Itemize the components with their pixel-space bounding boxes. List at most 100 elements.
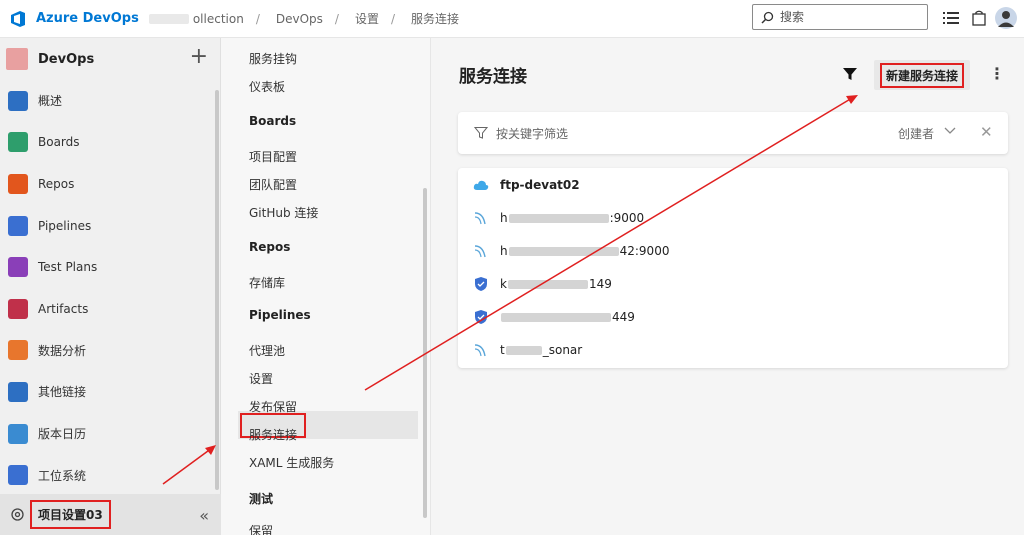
new-service-connection-label: 新建服务连接 bbox=[879, 62, 964, 88]
service-connection-name[interactable]: h:9000 bbox=[500, 211, 644, 225]
project-name: DevOps bbox=[38, 51, 95, 67]
breadcrumb-project[interactable]: DevOps bbox=[276, 12, 323, 26]
filter-icon[interactable] bbox=[842, 66, 858, 82]
blurred-text bbox=[501, 312, 611, 322]
service-connection-row[interactable]: h:9000 bbox=[458, 201, 1008, 234]
add-icon[interactable]: + bbox=[190, 46, 208, 68]
settings-navigation: 服务挂钩 仪表板 Boards 项目配置 团队配置 GitHub 连接 Repos 存储库 Pi… bbox=[221, 38, 431, 535]
page-title: 服务连接 bbox=[459, 67, 527, 87]
sidebar-item-link[interactable]: 其他链接 bbox=[0, 371, 220, 413]
breadcrumb-settings[interactable]: 设置 bbox=[355, 10, 379, 27]
sidebar-item-label: Artifacts bbox=[38, 301, 89, 316]
settings-nav-item[interactable]: 代理池 bbox=[249, 342, 285, 359]
search-input[interactable] bbox=[780, 10, 910, 24]
service-connection-name[interactable]: t _sonar bbox=[500, 343, 582, 357]
blurred-text bbox=[508, 246, 619, 256]
sidebar-item-label: Pipelines bbox=[38, 218, 92, 233]
service-connection-row[interactable]: 449 bbox=[458, 300, 1008, 333]
service-connection-name[interactable]: ftp-devat02 bbox=[500, 178, 580, 192]
more-options-icon[interactable]: ⋮ bbox=[989, 64, 1005, 83]
repos-icon bbox=[8, 173, 28, 194]
artifacts-icon bbox=[8, 298, 28, 319]
clear-filter-icon[interactable]: ✕ bbox=[980, 123, 993, 141]
project-settings[interactable]: 项目设置03 « bbox=[0, 494, 221, 535]
settings-nav-item[interactable]: XAML 生成服务 bbox=[249, 454, 334, 471]
project-avatar bbox=[6, 48, 28, 70]
calendar-icon bbox=[8, 423, 28, 444]
breadcrumb-separator: / bbox=[334, 11, 339, 26]
settings-nav-item[interactable]: 团队配置 bbox=[249, 176, 297, 193]
service-connection-list: ftp-devat02 h:9000 h 42:9000 k 149 449 t _sonar bbox=[458, 168, 1008, 368]
blurred-text bbox=[505, 345, 542, 355]
filter-funnel-icon bbox=[474, 127, 488, 139]
service-connection-row[interactable]: k 149 bbox=[458, 267, 1008, 300]
service-connection-name[interactable]: 449 bbox=[500, 310, 635, 324]
sidebar-item-repos[interactable]: Repos bbox=[0, 163, 220, 205]
sidebar-item-test-plans[interactable]: Test Plans bbox=[0, 246, 220, 288]
breadcrumb-current: 服务连接 bbox=[411, 12, 460, 26]
shield-icon bbox=[472, 275, 490, 293]
settings-nav-item[interactable]: 仪表板 bbox=[249, 78, 285, 95]
settings-section-header: 测试 bbox=[249, 492, 274, 506]
blurred-text bbox=[507, 279, 588, 289]
sidebar-item-pipelines[interactable]: Pipelines bbox=[0, 205, 220, 247]
project-settings-label[interactable]: 项目设置03 bbox=[30, 500, 111, 529]
analytics-icon bbox=[8, 340, 28, 361]
sidebar-item-overview[interactable]: 概述 bbox=[0, 80, 220, 122]
sidebar-item-artifacts[interactable]: Artifacts bbox=[0, 288, 220, 330]
sidebar-item-label: 数据分析 bbox=[38, 343, 87, 358]
service-connection-name[interactable]: h 42:9000 bbox=[500, 244, 669, 258]
sonar-icon bbox=[472, 341, 490, 359]
shield-icon bbox=[472, 308, 490, 326]
project-header[interactable]: DevOps + bbox=[0, 38, 220, 80]
shopping-bag-icon[interactable] bbox=[970, 9, 988, 27]
service-connection-row[interactable]: h 42:9000 bbox=[458, 234, 1008, 267]
service-connection-name[interactable]: k 149 bbox=[500, 277, 612, 291]
settings-nav-item[interactable]: 服务连接 bbox=[249, 426, 297, 443]
main-content: 服务连接 新建服务连接 ⋮ 按关键字筛选 创建者 ✕ ftp-devat02 h:… bbox=[431, 38, 1024, 535]
list-settings-icon[interactable] bbox=[942, 9, 960, 27]
settings-nav-item[interactable]: GitHub 连接 bbox=[249, 204, 318, 221]
sidebar-item-label: Boards bbox=[38, 135, 80, 150]
settings-nav-item[interactable]: 保留 bbox=[249, 522, 273, 535]
keyword-filter-bar[interactable]: 按关键字筛选 创建者 ✕ bbox=[458, 112, 1008, 154]
blurred-text bbox=[508, 213, 609, 223]
settings-nav-item[interactable]: 项目配置 bbox=[249, 148, 297, 165]
sidebar-item-label: Test Plans bbox=[38, 260, 98, 275]
settings-nav-item[interactable]: 存储库 bbox=[249, 274, 285, 291]
settings-nav-item[interactable]: 发布保留 bbox=[249, 398, 297, 415]
settings-nav-item[interactable]: 设置 bbox=[249, 370, 273, 387]
cloud-icon bbox=[472, 176, 490, 194]
sidebar-item-label: Repos bbox=[38, 176, 75, 191]
left-scrollbar[interactable] bbox=[215, 90, 219, 490]
new-service-connection-button[interactable]: 新建服务连接 bbox=[874, 60, 970, 90]
user-avatar[interactable] bbox=[994, 6, 1018, 30]
service-connection-row[interactable]: t _sonar bbox=[458, 333, 1008, 366]
collapse-nav-icon[interactable]: « bbox=[199, 506, 209, 525]
settings-scrollbar[interactable] bbox=[423, 188, 427, 518]
pipelines-icon bbox=[8, 215, 28, 236]
brand-name[interactable]: Azure DevOps bbox=[36, 11, 139, 26]
sonar-icon bbox=[472, 242, 490, 260]
sidebar-item-workstation[interactable]: 工位系统 bbox=[0, 454, 220, 496]
sidebar-item-boards[interactable]: Boards bbox=[0, 122, 220, 164]
left-navigation: DevOps + 概述 Boards Repos Pipelines Test Plan… bbox=[0, 38, 221, 535]
settings-nav-item[interactable]: 服务挂钩 bbox=[249, 50, 297, 67]
search-box[interactable] bbox=[752, 4, 928, 30]
sidebar-item-label: 工位系统 bbox=[38, 468, 87, 483]
filter-placeholder[interactable]: 按关键字筛选 bbox=[496, 125, 568, 142]
gear-icon bbox=[8, 506, 26, 524]
sidebar-item-calendar[interactable]: 版本日历 bbox=[0, 413, 220, 455]
creator-dropdown[interactable]: 创建者 bbox=[898, 125, 934, 142]
chevron-down-icon[interactable] bbox=[944, 126, 956, 136]
sonar-icon bbox=[472, 209, 490, 227]
breadcrumb-separator: / bbox=[255, 11, 260, 26]
sidebar-item-label: 其他链接 bbox=[38, 385, 87, 400]
settings-section-header: Repos bbox=[249, 240, 291, 254]
breadcrumb-separator: / bbox=[390, 11, 396, 26]
service-connection-row[interactable]: ftp-devat02 bbox=[458, 168, 1008, 201]
settings-section-header: Boards bbox=[249, 114, 297, 128]
sidebar-item-analytics[interactable]: 数据分析 bbox=[0, 330, 220, 372]
azure-devops-logo-icon[interactable] bbox=[8, 9, 28, 29]
breadcrumb-collection[interactable]: ollection bbox=[193, 12, 244, 26]
